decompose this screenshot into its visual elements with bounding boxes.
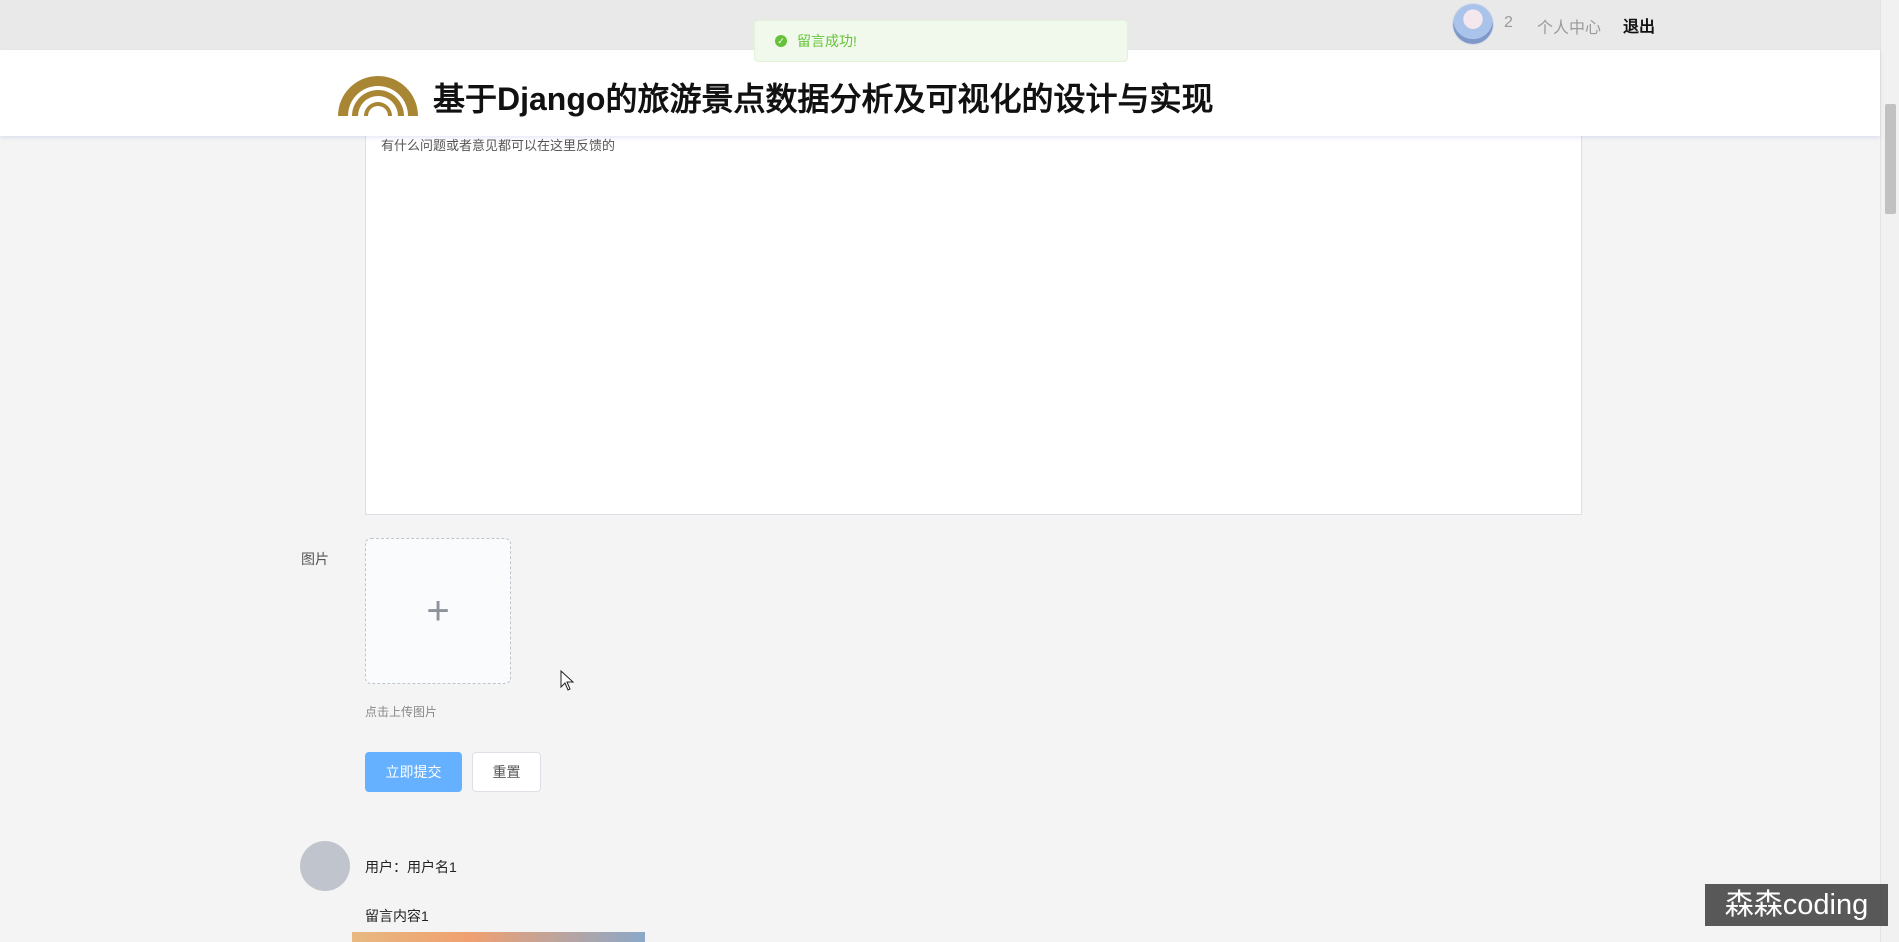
user-avatar[interactable] bbox=[1453, 4, 1493, 44]
image-upload-box[interactable]: + bbox=[365, 538, 511, 684]
feedback-content-textarea[interactable]: 有什么问题或者意见都可以在这里反馈的 bbox=[365, 118, 1582, 515]
user-count: 2 bbox=[1504, 14, 1513, 31]
comment-content: 留言内容1 bbox=[365, 908, 429, 924]
personal-center-link[interactable]: 个人中心 bbox=[1537, 14, 1601, 38]
comment-user-name: 用户名1 bbox=[407, 859, 457, 875]
check-circle-icon: ✓ bbox=[775, 35, 787, 47]
toast-message: 留言成功! bbox=[797, 33, 857, 49]
site-header: 基于Django的旅游景点数据分析及可视化的设计与实现 bbox=[0, 50, 1880, 136]
plus-icon: + bbox=[426, 589, 450, 633]
watermark: 森森coding bbox=[1705, 884, 1888, 926]
comment-image bbox=[352, 932, 645, 942]
logout-link[interactable]: 退出 bbox=[1623, 13, 1655, 37]
mouse-cursor-icon bbox=[560, 670, 575, 691]
site-title: 基于Django的旅游景点数据分析及可视化的设计与实现 bbox=[433, 81, 1214, 117]
comment-user: 用户：用户名1 bbox=[365, 857, 457, 877]
site-logo[interactable] bbox=[334, 64, 422, 120]
comment-avatar bbox=[300, 841, 350, 891]
comment-user-prefix: 用户： bbox=[365, 859, 407, 875]
reset-button[interactable]: 重置 bbox=[472, 752, 541, 792]
submit-button[interactable]: 立即提交 bbox=[365, 752, 462, 792]
image-label: 图片 bbox=[301, 551, 329, 567]
page-scrollbar[interactable] bbox=[1880, 0, 1899, 942]
feedback-content-text: 有什么问题或者意见都可以在这里反馈的 bbox=[381, 138, 616, 153]
scrollbar-thumb[interactable] bbox=[1885, 104, 1896, 214]
upload-hint: 点击上传图片 bbox=[365, 705, 438, 719]
success-toast: ✓ 留言成功! bbox=[754, 20, 1128, 62]
